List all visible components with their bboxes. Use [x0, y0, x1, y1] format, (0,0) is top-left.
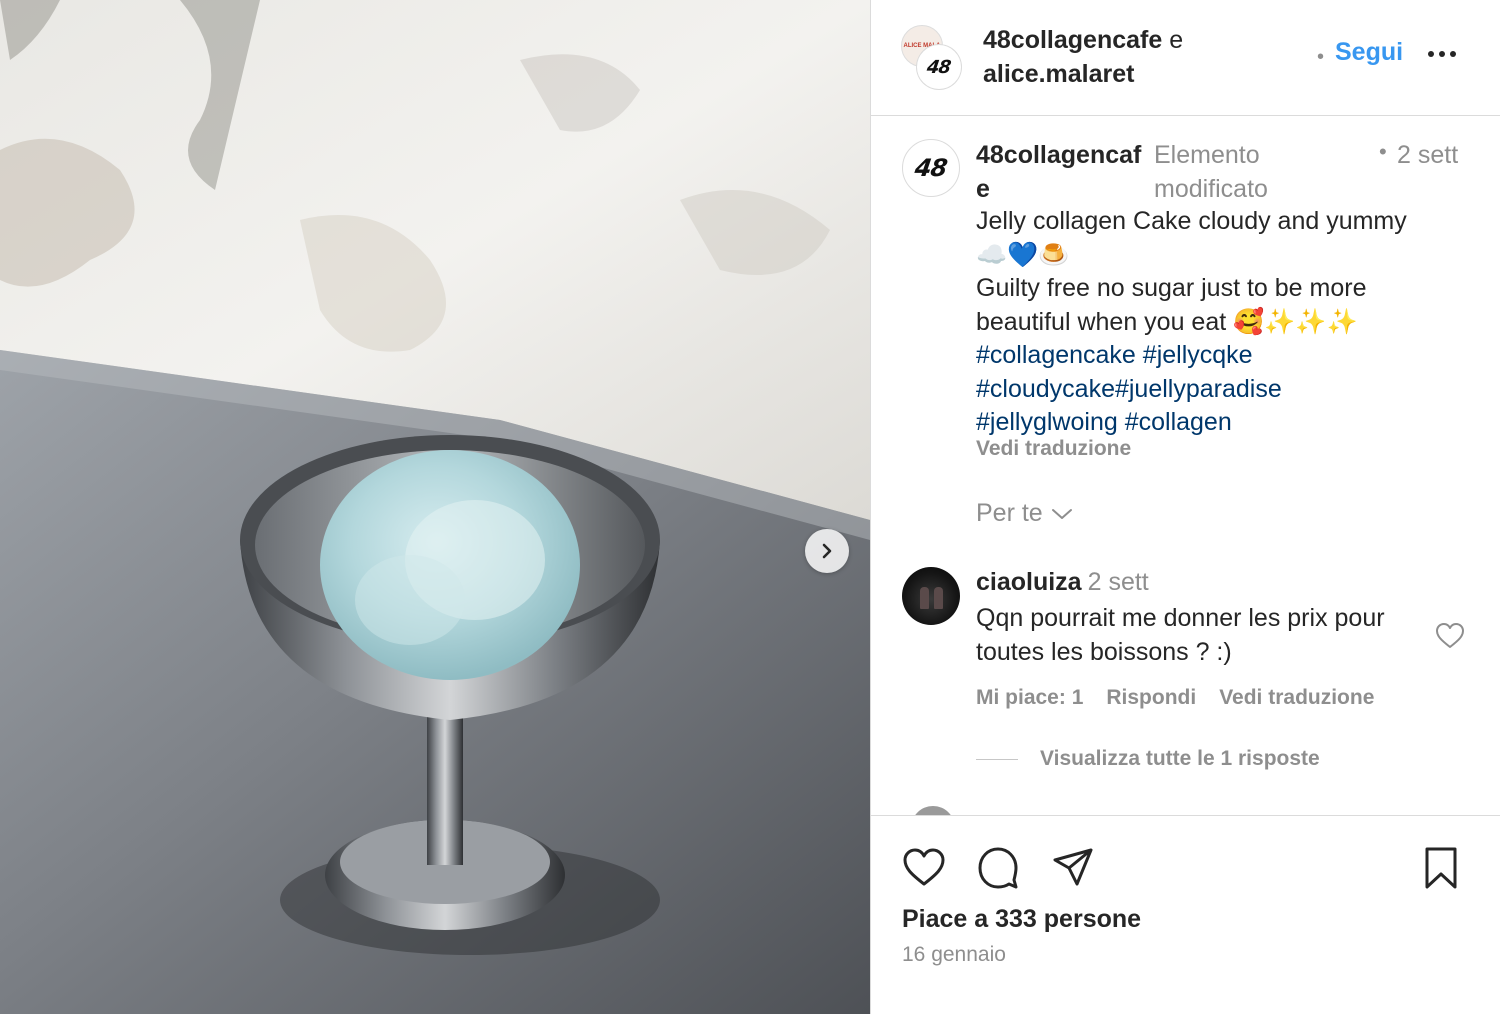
likes-count[interactable]: Piace a 333 persone	[902, 905, 1141, 934]
hashtag-link[interactable]: #cloudycake#juellyparadise	[976, 375, 1282, 403]
caption-text-2: Guilty free no sugar just to be more bea…	[976, 274, 1367, 336]
like-heart-icon[interactable]	[902, 846, 946, 890]
follow-button[interactable]: Segui	[1335, 38, 1403, 67]
post-author-avatar[interactable]: 48	[902, 139, 960, 197]
post-timestamp[interactable]: 2 sett	[1397, 138, 1467, 172]
caption-text-1: Jelly collagen Cake cloudy and yummy	[976, 207, 1407, 235]
caption-emoji-1: ☁️💙🍮	[976, 240, 1070, 269]
logo-48: 48	[925, 56, 953, 78]
comment-filter-label: Per te	[976, 499, 1043, 527]
post-photo	[0, 0, 870, 1014]
post-actions-bar: Piace a 333 persone 16 gennaio	[871, 815, 1500, 1014]
hashtag-link[interactable]: #jellyglwoing	[976, 408, 1118, 436]
chevron-right-icon	[822, 543, 832, 559]
next-image-button[interactable]	[805, 529, 849, 573]
comment-actions: Mi piace: 1 Rispondi Vedi traduzione	[976, 686, 1374, 710]
comment-username[interactable]: ciaoluiza	[976, 568, 1082, 596]
comment-author: ciaoluiza 2 sett	[976, 568, 1149, 597]
chevron-down-icon	[1051, 508, 1072, 519]
edited-label: Elemento modificato	[1154, 141, 1268, 203]
hashtag-link[interactable]: #collagen	[1125, 408, 1232, 436]
share-icon[interactable]	[1051, 846, 1095, 890]
jelly-cake-photo	[0, 0, 870, 1014]
post-author-username[interactable]: 48collagencafe	[976, 138, 1154, 206]
hashtags: #collagencake #jellycqke #cloudycake#jue…	[976, 339, 1466, 440]
account-link-alice[interactable]: alice.malaret	[983, 57, 1183, 91]
comment-text: Qqn pourrait me donner les prix pour tou…	[976, 604, 1385, 666]
collab-avatars[interactable]: ALICE MALA 48	[901, 25, 965, 89]
see-translation-link[interactable]: Vedi traduzione	[976, 437, 1131, 461]
separator-dot: •	[1317, 46, 1325, 68]
comment-filter-dropdown[interactable]: Per te	[976, 499, 1073, 528]
account-link-48collagencafe[interactable]: 48collagencafe	[983, 26, 1162, 54]
comment-see-translation[interactable]: Vedi traduzione	[1219, 686, 1374, 710]
hashtag-link[interactable]: #collagencake	[976, 341, 1136, 369]
save-bookmark-icon[interactable]	[1419, 846, 1463, 890]
comment-likes-count[interactable]: Mi piace: 1	[976, 686, 1083, 710]
view-replies-label: Visualizza tutte le 1 risposte	[1040, 747, 1320, 770]
post-date[interactable]: 16 gennaio	[902, 943, 1006, 967]
reply-button[interactable]: Rispondi	[1106, 686, 1196, 710]
view-replies-button[interactable]: Visualizza tutte le 1 risposte	[976, 747, 1320, 771]
post-caption: Jelly collagen Cake cloudy and yummy ☁️💙…	[976, 205, 1466, 440]
logo-48: 48	[913, 154, 949, 182]
next-comment-avatar	[911, 806, 955, 815]
replies-divider	[976, 758, 1018, 760]
comment-author-avatar[interactable]	[902, 567, 960, 625]
comment-timestamp[interactable]: 2 sett	[1088, 568, 1149, 596]
more-horizontal-icon[interactable]	[1426, 42, 1458, 66]
post-details-panel: ALICE MALA 48 48collagencafe e alice.mal…	[870, 0, 1500, 1014]
avatar-48collagencafe: 48	[917, 45, 961, 89]
hashtag-link[interactable]: #jellycqke	[1143, 341, 1253, 369]
post-header: ALICE MALA 48 48collagencafe e alice.mal…	[871, 0, 1500, 116]
conjunction-text: e	[1169, 26, 1184, 54]
heart-icon[interactable]	[1435, 622, 1465, 650]
separator-dot: •	[1379, 139, 1387, 164]
collab-accounts: 48collagencafe e alice.malaret	[983, 23, 1183, 91]
comments-scroll-area[interactable]: 48 48collagencafe Elemento modificato • …	[871, 117, 1500, 815]
comment-icon[interactable]	[976, 846, 1020, 890]
